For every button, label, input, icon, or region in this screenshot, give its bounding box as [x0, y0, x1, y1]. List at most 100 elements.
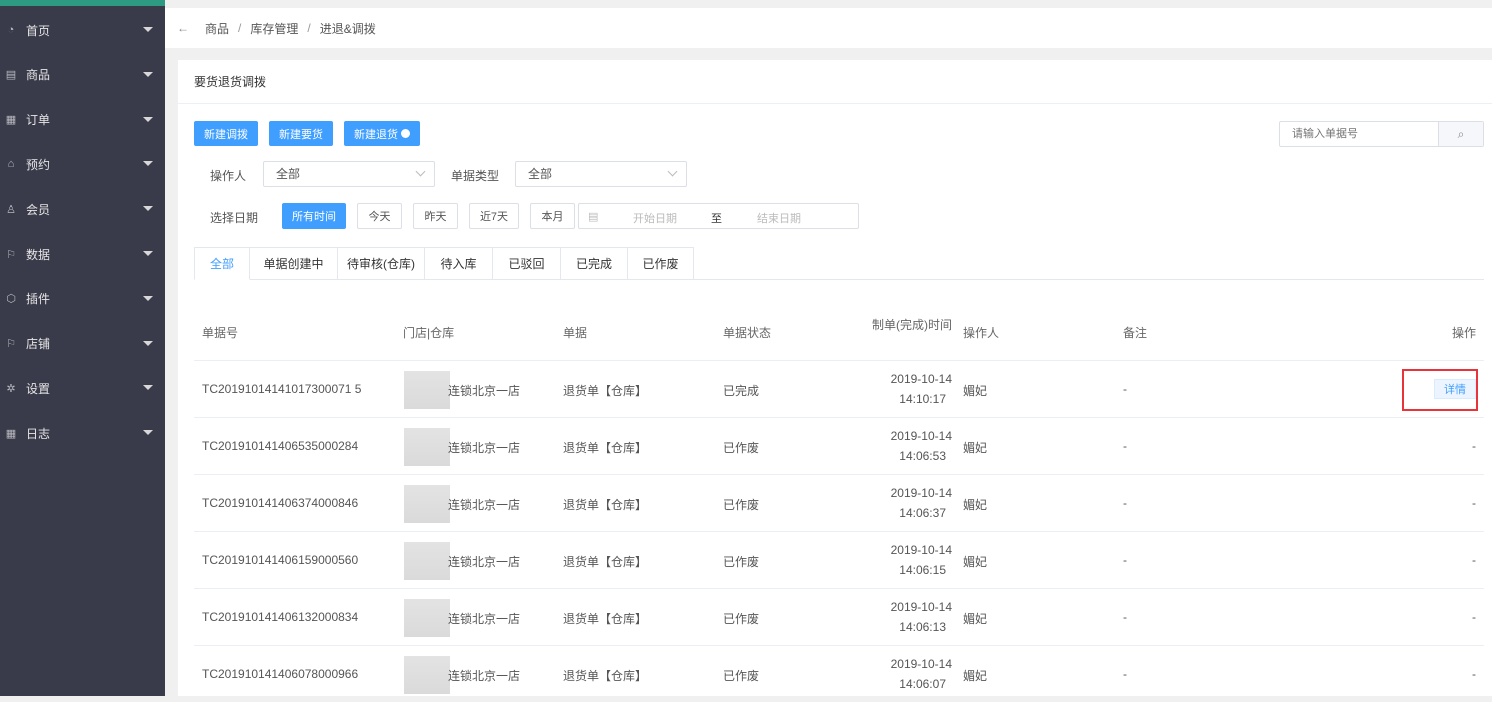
sidebar-item[interactable]: ▦ 日志	[0, 411, 165, 455]
redacted-store-prefix	[404, 656, 450, 694]
date-7days-button[interactable]: 近7天	[469, 203, 519, 229]
date-month-button[interactable]: 本月	[530, 203, 575, 229]
caret-down-icon	[143, 295, 153, 301]
order-time: 14:06:13	[899, 620, 946, 634]
tab[interactable]: 已完成	[561, 247, 628, 280]
chevron-down-icon	[415, 166, 426, 177]
redacted-store-prefix	[404, 542, 450, 580]
store-name: 连锁北京一店	[448, 498, 521, 512]
order-status: 已作废	[723, 555, 760, 569]
sidebar-item[interactable]: ▤ 商品	[0, 53, 165, 97]
order-type-select-value: 全部	[528, 167, 553, 181]
order-number-search-input[interactable]	[1280, 122, 1440, 146]
table-row: TC20191014141017300071 5 连锁北京一店 退货单【仓库】 …	[194, 360, 1484, 417]
page-title: 要货退货调拨	[178, 60, 1492, 104]
note: -	[1123, 496, 1127, 510]
order-number[interactable]: TC201910141406132000834	[202, 610, 358, 624]
search-button[interactable]: ⌕	[1438, 122, 1483, 146]
order-number[interactable]: TC201910141406078000966	[202, 667, 358, 681]
caret-down-icon	[143, 251, 153, 256]
order-type: 退货单【仓库】	[563, 612, 648, 626]
back-arrow-icon[interactable]: ←	[177, 21, 189, 35]
tab[interactable]: 已作废	[628, 247, 694, 280]
date-yesterday-button[interactable]: 昨天	[413, 203, 458, 229]
dashboard-icon: ◔	[7, 24, 15, 36]
action-placeholder: -	[1472, 667, 1476, 681]
breadcrumb-item[interactable]: 库存管理	[250, 20, 298, 37]
breadcrumb-bar: ← 商品 / 库存管理 / 进退&调拨	[165, 8, 1492, 48]
sidebar-item[interactable]: ⚐ 数据	[0, 232, 165, 276]
order-date: 2019-10-14	[890, 657, 952, 671]
order-type-select[interactable]: 全部	[515, 161, 687, 187]
date-range-picker[interactable]: ▤ 开始日期 至 结束日期	[578, 203, 859, 229]
order-number[interactable]: TC201910141406535000284	[202, 439, 358, 453]
operator-name: 媚妃	[963, 441, 988, 455]
column-header: 操作	[1451, 326, 1476, 340]
operator-name: 媚妃	[963, 384, 988, 398]
tab[interactable]: 待入库	[425, 247, 493, 280]
order-number[interactable]: TC20191014141017300071 5	[202, 382, 361, 396]
new-request-button[interactable]: 新建要货	[269, 121, 333, 146]
column-header: 单据号	[202, 326, 239, 340]
tab[interactable]: 单据创建中	[250, 247, 338, 280]
column-header: 备注	[1123, 326, 1148, 340]
sidebar-item[interactable]: ▦ 订单	[0, 98, 165, 142]
action-placeholder: -	[1472, 496, 1476, 510]
sidebar-item[interactable]: ⬡ 插件	[0, 277, 165, 321]
status-tabs: 全部 单据创建中 待审核(仓库) 待入库 已驳回 已完成 已作废	[194, 247, 1484, 280]
detail-button[interactable]: 详情	[1434, 379, 1476, 399]
order-date: 2019-10-14	[890, 372, 952, 386]
order-time: 14:06:37	[899, 506, 946, 520]
end-date-input[interactable]: 结束日期	[757, 210, 801, 226]
redacted-store-prefix	[404, 428, 450, 466]
sidebar-item-label: 插件	[26, 292, 51, 307]
date-all-time-button[interactable]: 所有时间	[282, 203, 346, 229]
order-number[interactable]: TC201910141406374000846	[202, 496, 358, 510]
date-label: 选择日期	[210, 211, 259, 225]
action-placeholder: -	[1472, 439, 1476, 453]
order-type: 退货单【仓库】	[563, 555, 648, 569]
action-placeholder: -	[1472, 610, 1476, 624]
start-date-input[interactable]: 开始日期	[633, 210, 677, 226]
tab[interactable]: 已驳回	[493, 247, 561, 280]
table-row: TC201910141406078000966 连锁北京一店 退货单【仓库】 已…	[194, 645, 1484, 702]
order-status: 已作废	[723, 498, 760, 512]
date-today-button[interactable]: 今天	[357, 203, 402, 229]
tab[interactable]: 待审核(仓库)	[338, 247, 425, 280]
sidebar-item-label: 会员	[26, 202, 51, 217]
main-card: 要货退货调拨 新建调拨 新建要货 新建退货 ⌕ 操作人 全部 单据类型 全部 选…	[178, 60, 1492, 696]
sidebar-item[interactable]: ⚐ 店铺	[0, 322, 165, 366]
table-row: TC201910141406159000560 连锁北京一店 退货单【仓库】 已…	[194, 531, 1484, 588]
sidebar-item-label: 预约	[26, 157, 51, 172]
sidebar-item[interactable]: ⌂ 预约	[0, 142, 165, 186]
store-name: 连锁北京一店	[448, 669, 521, 683]
column-header: 单据	[563, 326, 588, 340]
note: -	[1123, 382, 1127, 396]
order-status: 已完成	[723, 384, 760, 398]
sidebar-item[interactable]: ✲ 设置	[0, 366, 165, 410]
order-number[interactable]: TC201910141406159000560	[202, 553, 358, 567]
sidebar-item-label: 设置	[26, 381, 51, 396]
operator-select[interactable]: 全部	[263, 161, 435, 187]
order-type: 退货单【仓库】	[563, 669, 648, 683]
new-return-button[interactable]: 新建退货	[344, 121, 420, 146]
order-type: 退货单【仓库】	[563, 441, 648, 455]
table-row: TC201910141406535000284 连锁北京一店 退货单【仓库】 已…	[194, 417, 1484, 474]
operator-name: 媚妃	[963, 612, 988, 626]
store-name: 连锁北京一店	[448, 441, 521, 455]
calendar-icon: ▤	[588, 211, 599, 223]
new-transfer-button[interactable]: 新建调拨	[194, 121, 258, 146]
breadcrumb-item[interactable]: 商品	[205, 20, 229, 37]
note: -	[1123, 667, 1127, 681]
order-type: 退货单【仓库】	[563, 498, 648, 512]
flag-icon: ⚐	[6, 338, 16, 351]
sidebar-item[interactable]: ♙ 会员	[0, 187, 165, 231]
sidebar-item-label: 店铺	[26, 337, 51, 352]
cube-icon: ⬡	[6, 293, 16, 306]
clipboard-icon: ▦	[5, 427, 17, 440]
user-icon: ♙	[6, 203, 16, 216]
caret-down-icon	[143, 161, 153, 167]
sidebar-item-label: 数据	[26, 247, 51, 262]
sidebar-item[interactable]: ◔ 首页	[0, 8, 165, 52]
tab[interactable]: 全部	[194, 247, 250, 280]
